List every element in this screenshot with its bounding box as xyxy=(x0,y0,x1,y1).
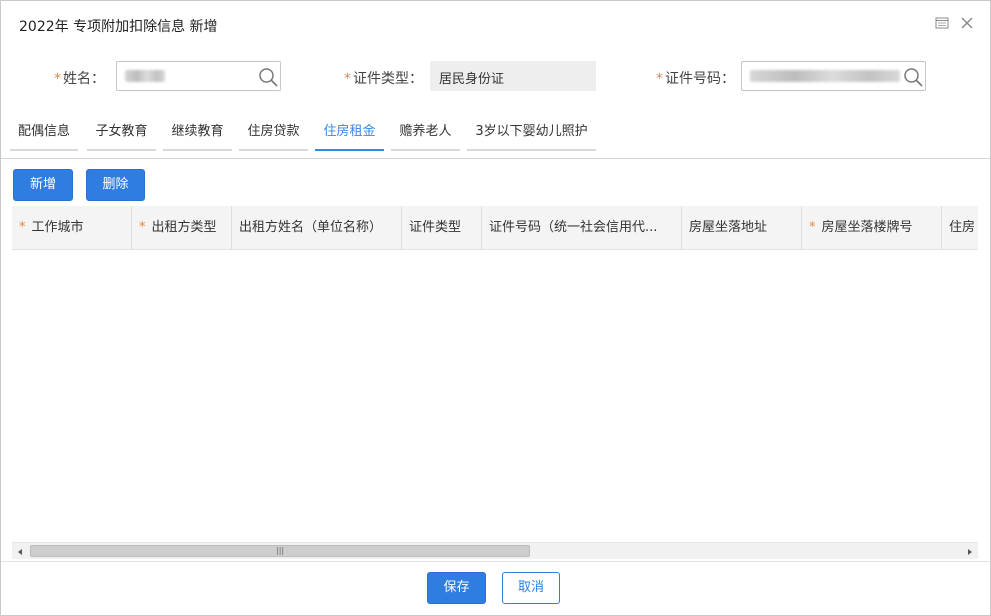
column-house-number[interactable]: * 房屋坐落楼牌号 xyxy=(802,206,942,250)
id-number-redaction xyxy=(750,70,900,82)
tab-infant-care[interactable]: 3岁以下婴幼儿照护 xyxy=(467,121,596,151)
name-label: * 姓名： xyxy=(54,71,105,87)
grid-horizontal-scrollbar[interactable]: ||| xyxy=(12,542,978,559)
tab-spouse-info[interactable]: 配偶信息 xyxy=(10,121,78,151)
column-id-type[interactable]: 证件类型 xyxy=(402,206,482,250)
scroll-left-arrow-icon[interactable] xyxy=(15,546,25,556)
id-type-field: 居民身份证 xyxy=(430,61,596,91)
tab-housing-loan[interactable]: 住房贷款 xyxy=(239,121,308,151)
column-work-city[interactable]: * 工作城市 xyxy=(12,206,132,250)
person-info-row: * 姓名： * 证件类型： 居民身份证 * 证件号码： xyxy=(1,59,990,93)
name-search-icon[interactable] xyxy=(257,66,279,88)
id-number-label: * 证件号码： xyxy=(656,71,735,87)
id-number-search-icon[interactable] xyxy=(902,66,924,88)
scroll-right-arrow-icon[interactable] xyxy=(965,546,975,556)
scroll-thumb[interactable]: ||| xyxy=(30,545,530,557)
close-icon[interactable] xyxy=(959,15,975,31)
column-lessor-type[interactable]: * 出租方类型 xyxy=(132,206,232,250)
save-button[interactable]: 保存 xyxy=(427,572,486,604)
column-id-number[interactable]: 证件号码（统一社会信用代... xyxy=(482,206,682,250)
dialog-footer: 保存 取消 xyxy=(1,561,990,615)
dialog-titlebar: 2022年 专项附加扣除信息 新增 xyxy=(1,1,990,47)
column-house-address[interactable]: 房屋坐落地址 xyxy=(682,206,802,250)
id-number-input[interactable] xyxy=(741,61,926,91)
cancel-button[interactable]: 取消 xyxy=(502,572,560,604)
maximize-icon[interactable] xyxy=(934,15,950,31)
add-button[interactable]: 新增 xyxy=(13,169,73,201)
deduction-tabs: 配偶信息 子女教育 继续教育 住房贷款 住房租金 赡养老人 3岁以下婴幼儿照护 xyxy=(1,117,990,159)
tab-continuing-education[interactable]: 继续教育 xyxy=(163,121,232,151)
id-type-value: 居民身份证 xyxy=(439,72,505,87)
tab-housing-rent[interactable]: 住房租金 xyxy=(315,121,384,151)
dialog-window: 2022年 专项附加扣除信息 新增 * 姓名： * 证件类型： 居民身份证 * … xyxy=(0,0,991,616)
housing-rent-grid: * 工作城市 * 出租方类型 出租方姓名（单位名称） 证件类型 证件号码（统一社会信… xyxy=(12,206,978,558)
name-input[interactable] xyxy=(116,61,281,91)
delete-button[interactable]: 删除 xyxy=(86,169,145,201)
column-housing-truncated[interactable]: 住房 xyxy=(942,206,978,250)
tab-child-education[interactable]: 子女教育 xyxy=(87,121,156,151)
tab-elderly-support[interactable]: 赡养老人 xyxy=(391,121,460,151)
grid-header: * 工作城市 * 出租方类型 出租方姓名（单位名称） 证件类型 证件号码（统一社会信… xyxy=(12,206,978,250)
dialog-title: 2022年 专项附加扣除信息 新增 xyxy=(19,19,218,35)
scroll-grip-icon: ||| xyxy=(276,546,285,555)
column-lessor-name[interactable]: 出租方姓名（单位名称） xyxy=(232,206,402,250)
id-type-label: * 证件类型： xyxy=(344,71,423,87)
name-redaction xyxy=(125,70,165,82)
